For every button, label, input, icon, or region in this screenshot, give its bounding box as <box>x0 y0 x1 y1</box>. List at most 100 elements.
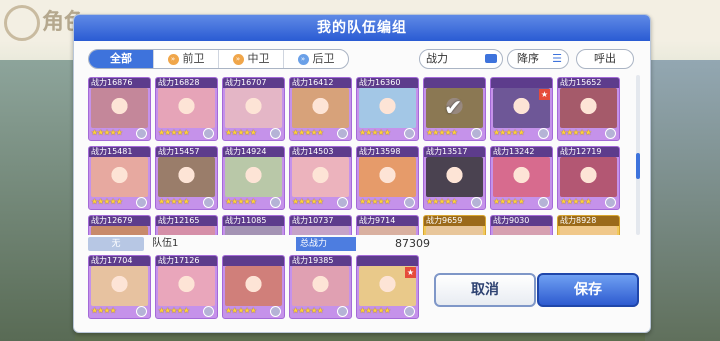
star-rating: ★★★★★ <box>292 306 324 315</box>
character-power: 战力12719 <box>558 147 619 157</box>
team-character-card[interactable]: ★★★★★ <box>222 255 285 319</box>
menu-emblem-icon <box>4 5 40 41</box>
save-button[interactable]: 保存 <box>537 273 639 307</box>
sort-descending-icon: ☰ <box>552 52 562 65</box>
star-rating: ★★★★★ <box>560 128 592 137</box>
current-team-slots: 战力17704 ★★★★ 战力17126 ★★★★★ ★★★★★ 战力19385 ★★★★★… <box>88 255 428 319</box>
roster-character-card[interactable]: 战力8928★★★★★ <box>557 215 620 235</box>
tab-rear[interactable]: » 后卫 <box>284 50 348 68</box>
tab-rear-label: 后卫 <box>312 52 335 65</box>
roster-character-card[interactable]: 战力16876 ★★★★★ <box>88 77 151 141</box>
character-power: 战力15481 <box>89 147 150 157</box>
roster-character-card[interactable]: 战力16360 ★★★★★ <box>356 77 419 141</box>
roster-character-card[interactable]: 战力9030★★★★★ <box>490 215 553 235</box>
rank-icon <box>404 306 415 317</box>
character-power: 战力16412 <box>290 78 351 88</box>
character-portrait <box>493 157 550 197</box>
character-power: 战力17126 <box>156 256 217 266</box>
team-character-card[interactable]: 战力17704 ★★★★ <box>88 255 151 319</box>
tab-all-label: 全部 <box>110 52 132 65</box>
character-portrait <box>225 226 282 235</box>
selected-check-icon: ✔ <box>444 96 463 121</box>
roster-character-card[interactable]: 战力15457 ★★★★★ <box>155 146 218 210</box>
cancel-button[interactable]: 取消 <box>434 273 536 307</box>
roster-character-card[interactable]: 战力14503 ★★★★★ <box>289 146 352 210</box>
character-portrait <box>225 266 282 306</box>
character-portrait <box>426 157 483 197</box>
roster-character-card[interactable]: 战力15652 ★★★★★ <box>557 77 620 141</box>
roster-character-card[interactable]: 战力13242 ★★★★★ <box>490 146 553 210</box>
star-rating: ★★★★★ <box>225 128 257 137</box>
rank-icon <box>337 197 348 208</box>
character-power: 战力17704 <box>89 256 150 266</box>
character-portrait <box>292 88 349 128</box>
rank-icon <box>136 197 147 208</box>
star-rating: ★★★★★ <box>91 197 123 206</box>
sort-type-icon <box>485 54 497 63</box>
character-portrait <box>292 266 349 306</box>
character-power: 战力16828 <box>156 78 217 88</box>
character-power: 战力12679 <box>89 216 150 226</box>
tab-front[interactable]: » 前卫 <box>154 50 219 68</box>
character-portrait <box>359 226 416 235</box>
team-character-card[interactable]: ★★★★★ ★ <box>356 255 419 319</box>
roster-scrollbar[interactable] <box>636 75 640 235</box>
roster-character-card[interactable]: 战力9714★★★★★ <box>356 215 419 235</box>
star-rating: ★★★★★ <box>158 128 190 137</box>
roster-character-card[interactable]: 战力9659★★★★★ <box>423 215 486 235</box>
sort-order-button[interactable]: 降序 ☰ <box>507 49 569 69</box>
roster-character-card[interactable]: 战力13598 ★★★★★ <box>356 146 419 210</box>
rank-icon <box>203 306 214 317</box>
background-art-right <box>645 60 720 341</box>
roster-character-card[interactable]: 战力14924 ★★★★★ <box>222 146 285 210</box>
tab-all[interactable]: 全部 <box>89 50 154 68</box>
roster-character-card[interactable]: 战力12165★★★★★ <box>155 215 218 235</box>
roster-character-card[interactable]: 战力12679★★★★★ <box>88 215 151 235</box>
team-edit-dialog: 我的队伍编组 全部 » 前卫 » 中卫 » 后卫 战力 降序 ☰ 呼出 战力16876… <box>73 14 651 333</box>
roster-character-card[interactable]: 战力12719 ★★★★★ <box>557 146 620 210</box>
star-rating: ★★★★★ <box>158 197 190 206</box>
star-rating: ★★★★★ <box>493 197 525 206</box>
rank-icon <box>203 128 214 139</box>
team-character-card[interactable]: 战力19385 ★★★★★ <box>289 255 352 319</box>
roster-character-card[interactable]: 战力16412 ★★★★★ <box>289 77 352 141</box>
roster-character-card[interactable]: 战力15481 ★★★★★ <box>88 146 151 210</box>
rank-icon <box>404 128 415 139</box>
character-portrait <box>493 226 550 235</box>
team-slot-pill: 无 <box>88 237 144 251</box>
character-power: 战力16707 <box>223 78 284 88</box>
character-power <box>424 78 485 88</box>
roster-character-card[interactable]: 战力16828 ★★★★★ <box>155 77 218 141</box>
roster-character-card[interactable]: 战力10737★★★★★ <box>289 215 352 235</box>
rank-icon <box>471 128 482 139</box>
favorite-star-icon: ★ <box>539 89 550 100</box>
star-rating: ★★★★★ <box>359 197 391 206</box>
call-out-button[interactable]: 呼出 <box>576 49 634 69</box>
star-rating: ★★★★★ <box>560 197 592 206</box>
sort-by-power-button[interactable]: 战力 <box>419 49 503 69</box>
roster-character-card[interactable]: 战力13517 ★★★★★ <box>423 146 486 210</box>
character-portrait <box>158 88 215 128</box>
character-power: 战力16876 <box>89 78 150 88</box>
tab-front-label: 前卫 <box>182 52 205 65</box>
character-power: 战力11085 <box>223 216 284 226</box>
position-filter-tabs: 全部 » 前卫 » 中卫 » 后卫 <box>88 49 349 69</box>
roster-character-card[interactable]: ★★★★★ ✔ <box>423 77 486 141</box>
rank-icon <box>538 128 549 139</box>
character-portrait <box>91 266 148 306</box>
total-power-value: 87309 <box>395 237 430 250</box>
background-art-left <box>0 60 75 341</box>
character-power: 战力9714 <box>357 216 418 226</box>
team-character-card[interactable]: 战力17126 ★★★★★ <box>155 255 218 319</box>
character-portrait <box>359 157 416 197</box>
scrollbar-thumb[interactable] <box>636 153 640 179</box>
tab-middle[interactable]: » 中卫 <box>219 50 284 68</box>
rank-icon <box>203 197 214 208</box>
roster-character-card[interactable]: 战力16707 ★★★★★ <box>222 77 285 141</box>
roster-character-card[interactable]: 战力11085★★★★★ <box>222 215 285 235</box>
character-portrait <box>158 226 215 235</box>
rank-icon <box>538 197 549 208</box>
roster-character-card[interactable]: ★★★★★ ★ <box>490 77 553 141</box>
character-power: 战力9659 <box>424 216 485 226</box>
rank-icon <box>605 197 616 208</box>
